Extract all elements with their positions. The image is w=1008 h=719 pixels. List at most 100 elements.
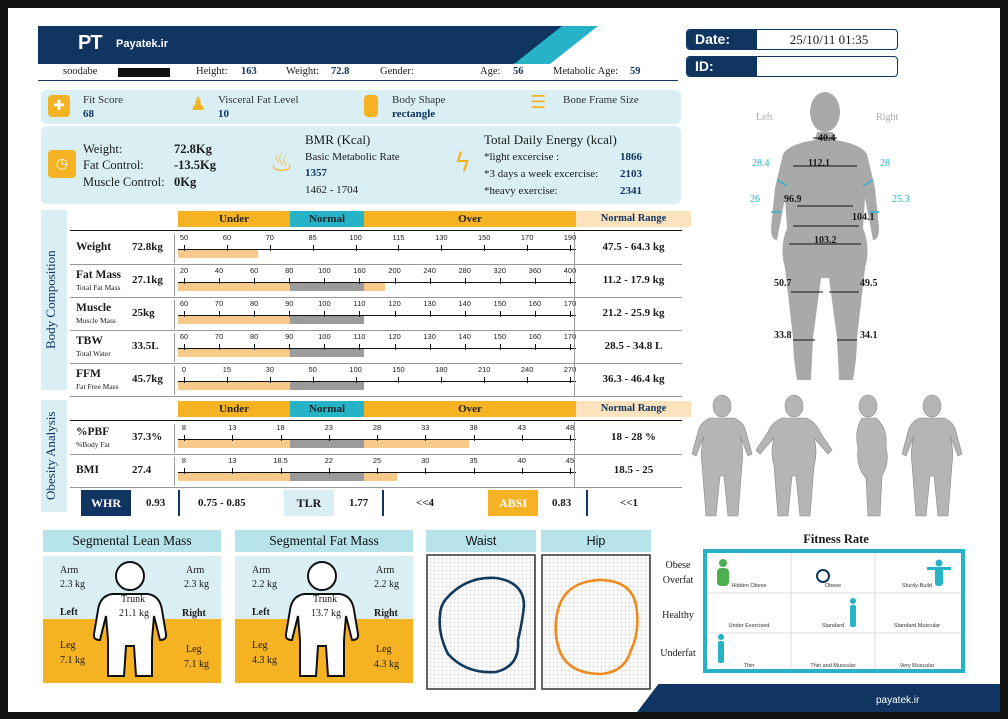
age-label: Age: xyxy=(480,66,501,77)
tick-mark xyxy=(269,377,271,383)
tick-mark xyxy=(269,245,271,251)
chest-value: 112.1 xyxy=(808,158,830,169)
row-subname: Total Fat Mass xyxy=(76,283,121,292)
scale-under: Under xyxy=(178,211,290,227)
lean-leg-right-value: 7.1 kg xyxy=(184,659,209,670)
flame-icon: ♨ xyxy=(270,148,294,178)
tick-label: 30 xyxy=(421,456,430,465)
fat-arm-left-label: Arm xyxy=(252,565,271,576)
tick-mark xyxy=(473,435,475,441)
tick-mark xyxy=(377,468,378,474)
absi-range: <<1 xyxy=(620,497,639,509)
tick-label: 40 xyxy=(517,456,526,465)
tick-label: 150 xyxy=(493,299,507,308)
tick-label: 0 xyxy=(181,365,187,374)
tick-mark xyxy=(570,278,571,284)
tick-label: 170 xyxy=(520,233,534,242)
tick-mark xyxy=(232,435,234,441)
tick-label: 110 xyxy=(353,332,366,341)
tick-label: 25 xyxy=(372,456,382,465)
tick-label: 30 xyxy=(265,365,274,374)
tick-mark xyxy=(328,435,330,441)
tick-mark xyxy=(534,344,536,350)
row-separator xyxy=(174,457,175,486)
tick-label: 15 xyxy=(222,365,232,374)
tick-mark xyxy=(226,245,228,251)
tick-label: 43 xyxy=(517,423,526,432)
bar-normal-fill xyxy=(290,473,364,481)
gender-label: Gender: xyxy=(380,66,414,77)
tick-mark xyxy=(441,245,443,251)
tick-mark xyxy=(280,435,282,441)
scale-ruler xyxy=(178,308,576,316)
tick-label: 280 xyxy=(458,266,471,275)
divider xyxy=(586,490,588,516)
tick-mark xyxy=(394,311,396,317)
row-subname: %Body Fat xyxy=(76,440,110,449)
scale-normal: Normal xyxy=(290,211,364,227)
tick-mark xyxy=(377,435,378,441)
report-page: PT Payatek.ir soodabe Height: 163 Weight… xyxy=(8,8,1000,712)
lean-right-label: Right xyxy=(182,608,206,619)
fit-score-icon: ✚ xyxy=(48,95,70,117)
fitness-cell-label: Under Exercised xyxy=(728,623,770,629)
lean-leg-left-label: Leg xyxy=(60,640,76,651)
visceral-label: Visceral Fat Level xyxy=(218,94,299,106)
metabolic-age-value: 59 xyxy=(630,66,641,77)
lean-arm-right-label: Arm xyxy=(186,565,205,576)
row-value: 25kg xyxy=(132,307,155,319)
fat-leg-right-label: Leg xyxy=(376,644,392,655)
back-view xyxy=(901,394,963,517)
bone-frame-icon: ☰ xyxy=(530,92,547,113)
tick-label: 160 xyxy=(528,332,542,341)
bar-normal-fill xyxy=(290,283,364,291)
tlr-range: <<4 xyxy=(416,497,435,509)
tick-mark xyxy=(499,278,501,284)
normal-range-value: 11.2 - 17.9 kg xyxy=(602,274,665,286)
tick-label: 38 xyxy=(469,423,478,432)
row-separator xyxy=(574,298,575,331)
bar-normal-fill xyxy=(290,382,364,390)
row-value: 45.7kg xyxy=(132,373,163,385)
tick-mark xyxy=(499,311,501,317)
tick-mark xyxy=(429,311,431,317)
tick-label: 48 xyxy=(565,423,575,432)
measure-row: TBW Total Water 33.5L 60 70 80 90 100 110 120 130 1… xyxy=(70,331,682,364)
patient-name: soodabe xyxy=(63,66,98,77)
tick-mark xyxy=(184,278,185,284)
tick-label: 150 xyxy=(392,365,405,374)
row-name: Muscle xyxy=(76,302,112,314)
tick-mark xyxy=(398,245,400,251)
energy-row-value: 2341 xyxy=(620,185,642,197)
tick-label: 60 xyxy=(250,266,259,275)
fitness-grid: Hidden Obese Obese Sturdy-Build Under Exerc… xyxy=(703,549,965,673)
tick-mark xyxy=(359,311,361,317)
tick-label: 240 xyxy=(520,365,534,374)
tick-mark xyxy=(394,278,396,284)
tick-label: 20 xyxy=(179,266,189,275)
fat-leg-right-value: 4.3 kg xyxy=(374,659,399,670)
energy-row-label: *heavy exercise: xyxy=(484,185,558,197)
row-value: 27.1kg xyxy=(132,274,163,286)
tick-mark xyxy=(527,377,529,383)
row-separator xyxy=(174,234,175,263)
tick-mark xyxy=(425,435,427,441)
tick-mark xyxy=(328,468,330,474)
tick-mark xyxy=(394,344,396,350)
tick-mark xyxy=(570,468,571,474)
tick-mark xyxy=(289,344,291,350)
patient-info-line: soodabe Height: 163 Weight: 72.8 Gender:… xyxy=(38,64,678,81)
body-composition-label: Body Composition xyxy=(43,250,58,350)
tick-mark xyxy=(464,311,466,317)
front-view xyxy=(691,394,753,517)
tick-label: 110 xyxy=(353,299,366,308)
tick-mark xyxy=(441,377,443,383)
bone-frame-label: Bone Frame Size xyxy=(563,94,639,106)
age-value: 56 xyxy=(513,66,524,77)
date-label: Date: xyxy=(687,30,757,49)
bar-normal-fill xyxy=(290,440,364,448)
normal-range-value: 18.5 - 25 xyxy=(613,464,654,476)
tick-mark xyxy=(425,468,427,474)
bmr-subtitle: Basic Metabolic Rate xyxy=(305,151,400,163)
tick-label: 115 xyxy=(392,233,405,242)
